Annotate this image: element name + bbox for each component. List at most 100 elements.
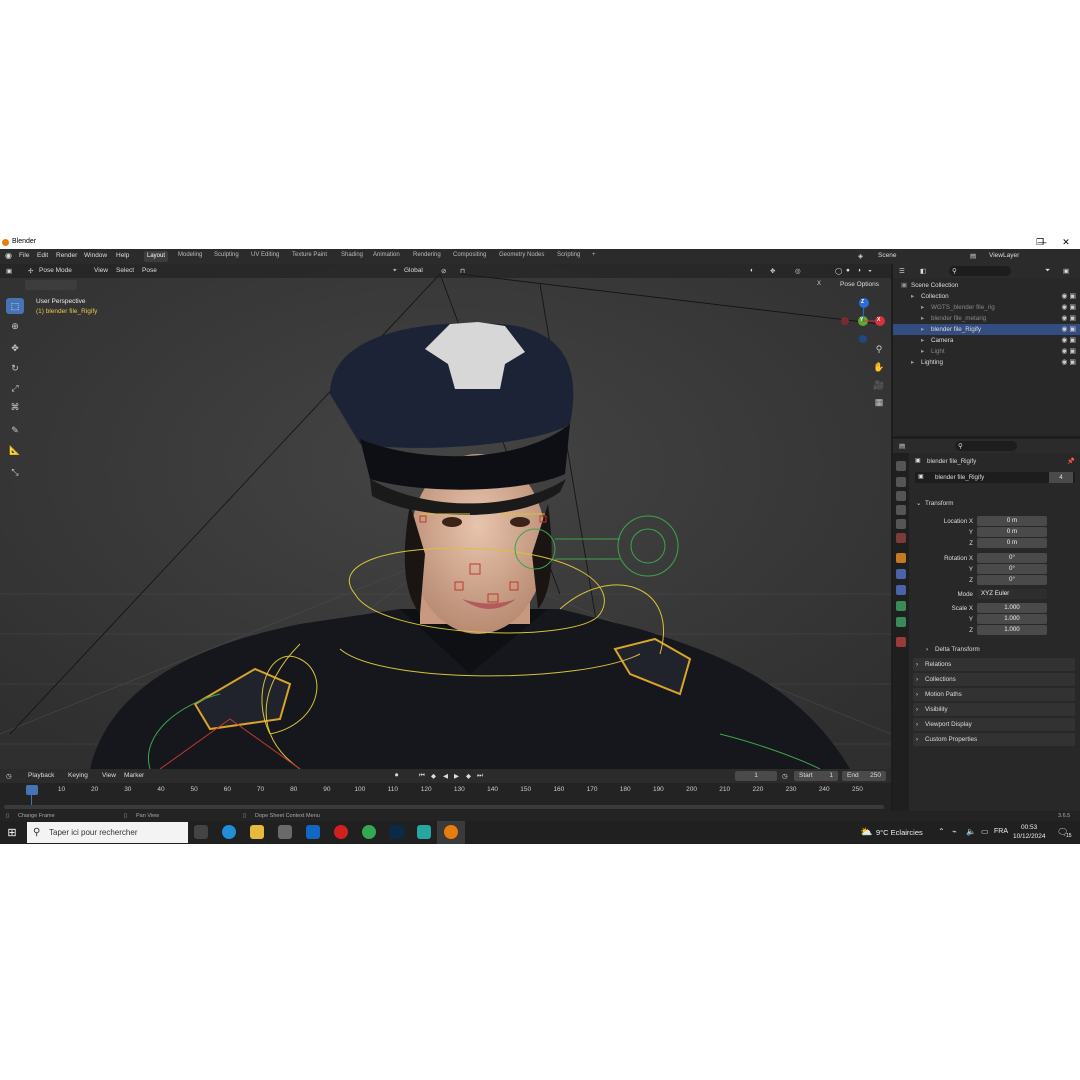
menu-render[interactable]: Render	[56, 252, 77, 259]
object-data-field[interactable]: ▣ blender file_Rigify 4	[915, 472, 1075, 483]
transform-tool[interactable]: ⌘	[6, 399, 24, 415]
maximize-button[interactable]: ❐	[1030, 237, 1050, 248]
tab-layout[interactable]: Layout	[144, 251, 169, 262]
tab-scripting[interactable]: Scripting	[557, 252, 580, 258]
transform-panel-header[interactable]: ⌄ Transform	[913, 497, 1075, 510]
view-layer-name[interactable]: ViewLayer	[989, 252, 1019, 259]
outliner-item[interactable]: ▸ Collection ◉ ▣	[893, 291, 1080, 302]
expand-arrow-icon[interactable]: ▸	[921, 324, 924, 335]
pivot-icon[interactable]: ⊘	[441, 267, 446, 275]
scene-name[interactable]: Scene	[878, 252, 896, 259]
object-data-tab-icon[interactable]	[896, 601, 906, 611]
tab-animation[interactable]: Animation	[373, 252, 400, 258]
viewport-display-panel[interactable]: › Viewport Display	[913, 718, 1075, 731]
location-z-field[interactable]: 0 m	[977, 538, 1047, 548]
tab-modeling[interactable]: Modeling	[178, 252, 202, 258]
ortho-grid-icon[interactable]: ▦	[872, 395, 886, 409]
opera-browser-icon[interactable]	[334, 825, 348, 839]
properties-editor[interactable]: ▤ ⚲ ▣ blender file_Rigify 📌 ▣ blender fi…	[893, 439, 1080, 811]
filter-icon[interactable]: ⏷	[1045, 267, 1050, 275]
outliner-search-input[interactable]	[949, 266, 1011, 276]
camera-view-icon[interactable]: 🎥	[872, 378, 886, 392]
chrome-browser-icon[interactable]	[362, 825, 376, 839]
output-tab-icon[interactable]	[896, 491, 906, 501]
gizmo-toggle-icon[interactable]: ✥	[770, 267, 775, 275]
rotation-y-field[interactable]: 0°	[977, 564, 1047, 574]
maya-icon[interactable]	[417, 825, 431, 839]
render-tab-icon[interactable]	[896, 477, 906, 487]
language-indicator[interactable]: FRA	[994, 828, 1008, 835]
menu-edit[interactable]: Edit	[37, 252, 48, 259]
overlay-toggle-icon[interactable]: ◎	[795, 267, 801, 275]
view-menu[interactable]: View	[94, 267, 108, 274]
editor-type-icon[interactable]: ▣	[6, 267, 12, 275]
texture-tab-icon[interactable]	[896, 637, 906, 647]
x-axis-toggle[interactable]: X	[817, 281, 821, 287]
blender-menu-icon[interactable]: ◉	[5, 251, 12, 260]
visibility-eye-icon[interactable]: ◉ ▣	[1061, 357, 1076, 368]
outliner-item[interactable]: ▸ WGTS_blender file_rig ◉ ▣	[893, 302, 1080, 313]
file-explorer-icon[interactable]	[250, 825, 264, 839]
3d-viewport[interactable]: Z X Y ▣ ✢ Pose Mode View Select Pose ⌖ G…	[0, 264, 891, 769]
tab-geometry-nodes[interactable]: Geometry Nodes	[499, 252, 544, 258]
outliner-item[interactable]: ▣ Scene Collection	[893, 280, 1080, 291]
shading-wireframe-icon[interactable]: ◯	[835, 267, 842, 275]
scale-z-field[interactable]: 1.000	[977, 625, 1047, 635]
measure-tool[interactable]: 📐	[6, 442, 24, 458]
pin-icon[interactable]: 📌	[1067, 457, 1075, 465]
outliner-item[interactable]: ▸ Camera ◉ ▣	[893, 335, 1080, 346]
timeline-scrollbar[interactable]	[4, 805, 884, 809]
task-view-icon[interactable]	[194, 825, 208, 839]
add-workspace-button[interactable]: +	[592, 252, 596, 258]
outliner-editor-icon[interactable]: ☰	[899, 267, 905, 275]
scene-tab-icon[interactable]	[896, 519, 906, 529]
relations-panel[interactable]: › Relations	[913, 658, 1075, 671]
clock-time[interactable]: 00:53	[1021, 824, 1037, 831]
scale-y-field[interactable]: 1.000	[977, 614, 1047, 624]
tool-tab-icon[interactable]	[896, 461, 906, 471]
select-menu[interactable]: Select	[116, 267, 134, 274]
rotation-z-field[interactable]: 0°	[977, 575, 1047, 585]
location-x-field[interactable]: 0 m	[977, 516, 1047, 526]
expand-arrow-icon[interactable]: ▸	[911, 291, 914, 302]
display-mode-icon[interactable]: ◧	[920, 267, 926, 275]
visibility-icon[interactable]: ◐	[750, 267, 754, 274]
location-y-field[interactable]: 0 m	[977, 527, 1047, 537]
bone-tool[interactable]: ⤡	[6, 464, 24, 480]
orientation-selector[interactable]: Global	[404, 267, 423, 274]
tab-sculpting[interactable]: Sculpting	[214, 252, 239, 258]
modifiers-tab-icon[interactable]	[896, 569, 906, 579]
menu-help[interactable]: Help	[116, 252, 129, 259]
snap-icon[interactable]: ⊓	[460, 267, 465, 275]
visibility-eye-icon[interactable]: ◉ ▣	[1061, 302, 1076, 313]
clock-date[interactable]: 10/12/2024	[1013, 833, 1046, 840]
volume-icon[interactable]: 🔈	[966, 827, 976, 836]
constraints-tab-icon[interactable]	[896, 585, 906, 595]
playhead[interactable]	[26, 785, 38, 795]
visibility-eye-icon[interactable]: ◉ ▣	[1061, 291, 1076, 302]
visibility-eye-icon[interactable]: ◉ ▣	[1061, 313, 1076, 324]
shading-rendered-icon[interactable]: ◒	[868, 267, 872, 274]
outliner-item[interactable]: ▸ blender file_Rigify ◉ ▣	[893, 324, 1080, 335]
move-tool[interactable]: ✥	[6, 340, 24, 356]
user-count[interactable]: 4	[1049, 472, 1073, 483]
expand-arrow-icon[interactable]: ▸	[921, 335, 924, 346]
cursor-tool[interactable]: ⊕	[6, 318, 24, 334]
pose-options-menu[interactable]: Pose Options	[840, 281, 879, 288]
expand-arrow-icon[interactable]: ▸	[921, 313, 924, 324]
visibility-panel[interactable]: › Visibility	[913, 703, 1075, 716]
visibility-eye-icon[interactable]: ◉ ▣	[1061, 346, 1076, 357]
rotate-tool[interactable]: ↻	[6, 360, 24, 376]
microsoft-store-icon[interactable]	[278, 825, 292, 839]
outliner-item[interactable]: ▸ blender file_metarig ◉ ▣	[893, 313, 1080, 324]
rotation-mode-dropdown[interactable]: XYZ Euler	[977, 589, 1047, 599]
visibility-eye-icon[interactable]: ◉ ▣	[1061, 335, 1076, 346]
taskbar-search-input[interactable]: ⚲ Taper ici pour rechercher	[27, 822, 188, 843]
weather-text[interactable]: 9°C Eclaircies	[876, 828, 923, 837]
expand-arrow-icon[interactable]: ▸	[921, 302, 924, 313]
tab-compositing[interactable]: Compositing	[453, 252, 486, 258]
network-icon[interactable]: ⌁	[952, 827, 957, 836]
select-box-tool[interactable]: ⬚	[6, 298, 24, 314]
motion-paths-panel[interactable]: › Motion Paths	[913, 688, 1075, 701]
menu-file[interactable]: File	[19, 252, 29, 259]
